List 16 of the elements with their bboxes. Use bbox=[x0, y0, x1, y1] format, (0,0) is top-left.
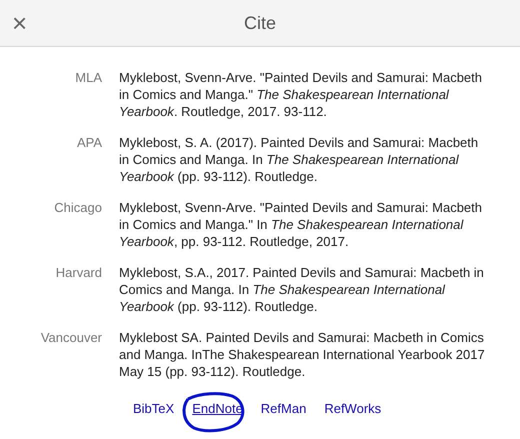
export-link[interactable]: RefWorks bbox=[324, 401, 382, 416]
export-link[interactable]: EndNote bbox=[192, 401, 243, 416]
close-button[interactable]: × bbox=[10, 8, 30, 38]
citation-text: Myklebost SA. Painted Devils and Samurai: Macbeth in Comics and Manga. InThe Shakespearean International Yearbook 2017 May 15 (pp. 93-112). Routledge. bbox=[119, 329, 485, 380]
citation-style-label: MLA bbox=[74, 69, 102, 87]
export-link[interactable]: RefMan bbox=[260, 401, 306, 416]
citation-style-label: Vancouver bbox=[40, 329, 102, 347]
citation-style-label: Chicago bbox=[53, 199, 102, 217]
citation-text: Myklebost, Svenn-Arve. "Painted Devils and Samurai: Macbeth in Comics and Manga." The Shakespearean International Yearbook. Routledge, 2017. 93-112. bbox=[119, 69, 484, 120]
citation-style-label: APA bbox=[76, 134, 102, 152]
export-link[interactable]: BibTeX bbox=[133, 401, 174, 416]
citation-style-label: Harvard bbox=[54, 264, 102, 282]
dialog-title: Cite bbox=[244, 13, 276, 33]
citation-text: Myklebost, Svenn-Arve. "Painted Devils and Samurai: Macbeth in Comics and Manga." In The Shakespearean International Yearbook, pp. 93-112. Routledge, 2017. bbox=[119, 199, 484, 250]
citation-text: Myklebost, S.A., 2017. Painted Devils and Samurai: Macbeth in Comics and Manga. In The Shakespearean International Yearbook (pp. 93-112). Routledge. bbox=[119, 264, 485, 315]
citation-text: Myklebost, S. A. (2017). Painted Devils and Samurai: Macbeth in Comics and Manga. In The Shakespearean International Yearbook (pp. 93-112). Routledge. bbox=[119, 134, 480, 185]
